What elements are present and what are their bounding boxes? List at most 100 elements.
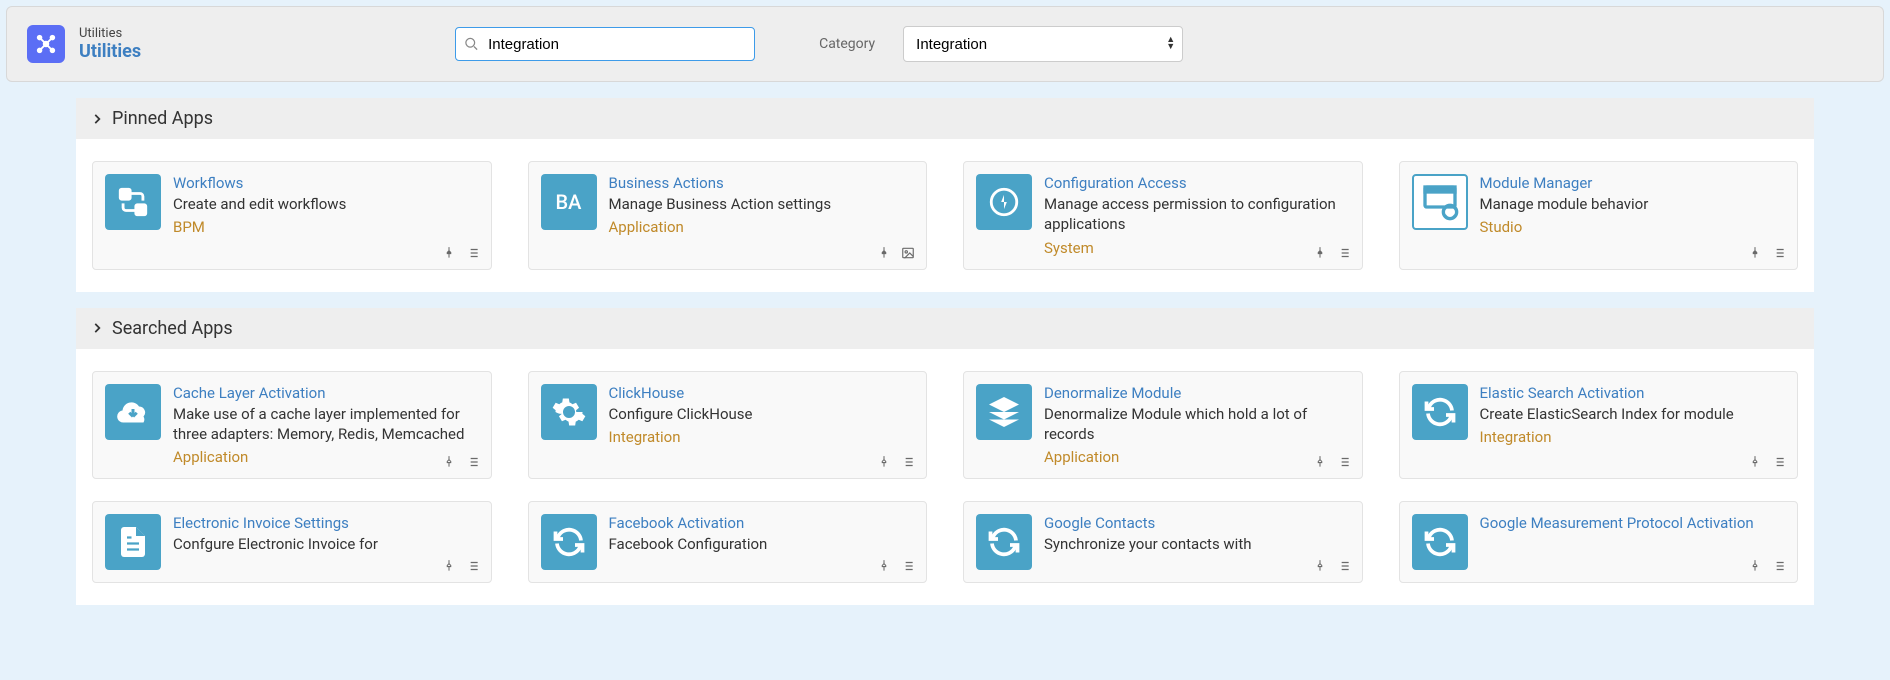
category-select[interactable]: Integration bbox=[903, 26, 1183, 62]
card-tag: Application bbox=[173, 448, 479, 466]
sync-icon bbox=[1412, 514, 1468, 570]
card-description: Manage Business Action settings bbox=[609, 194, 915, 214]
list-icon[interactable] bbox=[465, 245, 481, 261]
section-title: Searched Apps bbox=[112, 318, 233, 339]
card-description: Configure ClickHouse bbox=[609, 404, 915, 424]
section-header-searched[interactable]: Searched Apps bbox=[76, 308, 1814, 349]
pin-icon[interactable] bbox=[876, 558, 892, 574]
card-tag: BPM bbox=[173, 218, 479, 236]
search-input[interactable] bbox=[455, 27, 755, 61]
sync-icon bbox=[976, 514, 1032, 570]
pin-icon[interactable] bbox=[441, 245, 457, 261]
card-title: Facebook Activation bbox=[609, 514, 915, 532]
list-icon[interactable] bbox=[465, 454, 481, 470]
app-card[interactable]: Denormalize Module Denormalize Module whi… bbox=[963, 371, 1363, 480]
pin-icon[interactable] bbox=[1747, 558, 1763, 574]
card-actions bbox=[1312, 454, 1352, 470]
card-description: Make use of a cache layer implemented fo… bbox=[173, 404, 479, 445]
card-actions bbox=[1747, 558, 1787, 574]
card-actions bbox=[1312, 558, 1352, 574]
section-header-pinned[interactable]: Pinned Apps bbox=[76, 98, 1814, 139]
card-actions bbox=[1312, 245, 1352, 261]
app-card[interactable]: ClickHouseConfigure ClickHouseIntegratio… bbox=[528, 371, 928, 480]
app-title: Utilities bbox=[79, 41, 141, 62]
gear-bolt-icon bbox=[976, 174, 1032, 230]
category-label: Category bbox=[819, 36, 875, 52]
list-icon[interactable] bbox=[900, 558, 916, 574]
card-description: Denormalize Module which hold a lot of r… bbox=[1044, 404, 1350, 445]
card-title: Cache Layer Activation bbox=[173, 384, 479, 402]
card-actions bbox=[876, 454, 916, 470]
card-description: Confgure Electronic Invoice for bbox=[173, 534, 479, 554]
app-card[interactable]: Electronic Invoice SettingsConfgure Elec… bbox=[92, 501, 492, 583]
card-title: ClickHouse bbox=[609, 384, 915, 402]
card-title: Google Contacts bbox=[1044, 514, 1350, 532]
card-title: Business Actions bbox=[609, 174, 915, 192]
card-description: Create and edit workflows bbox=[173, 194, 479, 214]
card-title: Module Manager bbox=[1480, 174, 1786, 192]
pin-icon[interactable] bbox=[876, 454, 892, 470]
pin-icon[interactable] bbox=[1312, 245, 1328, 261]
workflow-icon bbox=[105, 174, 161, 230]
list-icon[interactable] bbox=[465, 558, 481, 574]
pinned-apps-grid: WorkflowsCreate and edit workflowsBPMBAB… bbox=[76, 139, 1814, 292]
card-actions bbox=[876, 558, 916, 574]
gear-icon bbox=[541, 384, 597, 440]
sync-icon bbox=[1412, 384, 1468, 440]
app-card[interactable]: Module Manager Manage module behavior Stud… bbox=[1399, 161, 1799, 270]
app-card[interactable]: Google Contacts Synchronize your contacts… bbox=[963, 501, 1363, 583]
app-card[interactable]: Workflows Create and edit workflows BPM bbox=[92, 161, 492, 270]
pin-icon[interactable] bbox=[1747, 245, 1763, 261]
pin-icon[interactable] bbox=[441, 454, 457, 470]
cloud-down-icon bbox=[105, 384, 161, 440]
app-card[interactable]: BA Business Actions Manage Business Action… bbox=[528, 161, 928, 270]
pin-icon[interactable] bbox=[876, 245, 892, 261]
list-icon[interactable] bbox=[1336, 454, 1352, 470]
list-icon[interactable] bbox=[1771, 245, 1787, 261]
app-icon bbox=[27, 25, 65, 63]
search-icon bbox=[464, 37, 479, 52]
card-title: Denormalize Module bbox=[1044, 384, 1350, 402]
searched-apps-grid: Cache Layer Activation Make use of a cach… bbox=[76, 349, 1814, 606]
card-tag: Studio bbox=[1480, 218, 1786, 236]
app-card[interactable]: Cache Layer Activation Make use of a cach… bbox=[92, 371, 492, 480]
sync-icon bbox=[541, 514, 597, 570]
app-card[interactable]: Facebook ActivationFacebook Configuratio… bbox=[528, 501, 928, 583]
app-card[interactable]: Google Measurement Protocol Activation bbox=[1399, 501, 1799, 583]
list-icon[interactable] bbox=[1771, 558, 1787, 574]
list-icon[interactable] bbox=[900, 454, 916, 470]
pin-icon[interactable] bbox=[1312, 454, 1328, 470]
card-tag: System bbox=[1044, 239, 1350, 257]
card-actions bbox=[1747, 454, 1787, 470]
pin-icon[interactable] bbox=[441, 558, 457, 574]
pin-icon[interactable] bbox=[1747, 454, 1763, 470]
app-card[interactable]: Elastic Search Activation Create ElasticS… bbox=[1399, 371, 1799, 480]
card-title: Configuration Access bbox=[1044, 174, 1350, 192]
list-icon[interactable] bbox=[1336, 558, 1352, 574]
card-tag: Application bbox=[609, 218, 915, 236]
page-header: Utilities Utilities Category Integration… bbox=[6, 6, 1884, 82]
card-description: Synchronize your contacts with bbox=[1044, 534, 1350, 554]
image-icon[interactable] bbox=[900, 245, 916, 261]
pin-icon[interactable] bbox=[1312, 558, 1328, 574]
ba-text-icon: BA bbox=[541, 174, 597, 230]
card-description: Manage module behavior bbox=[1480, 194, 1786, 214]
card-actions bbox=[441, 245, 481, 261]
app-card[interactable]: Configuration Access Manage access permis… bbox=[963, 161, 1363, 270]
stack-icon bbox=[976, 384, 1032, 440]
card-actions bbox=[441, 454, 481, 470]
list-icon[interactable] bbox=[1336, 245, 1352, 261]
card-actions bbox=[876, 245, 916, 261]
doc-icon bbox=[105, 514, 161, 570]
list-icon[interactable] bbox=[1771, 454, 1787, 470]
module-icon bbox=[1412, 174, 1468, 230]
card-description: Create ElasticSearch Index for module bbox=[1480, 404, 1786, 424]
card-actions bbox=[441, 558, 481, 574]
section-title: Pinned Apps bbox=[112, 108, 213, 129]
card-title: Elastic Search Activation bbox=[1480, 384, 1786, 402]
card-description: Manage access permission to configuratio… bbox=[1044, 194, 1350, 235]
card-title: Workflows bbox=[173, 174, 479, 192]
chevron-right-icon bbox=[90, 112, 104, 126]
card-title: Google Measurement Protocol Activation bbox=[1480, 514, 1786, 532]
chevron-right-icon bbox=[90, 321, 104, 335]
